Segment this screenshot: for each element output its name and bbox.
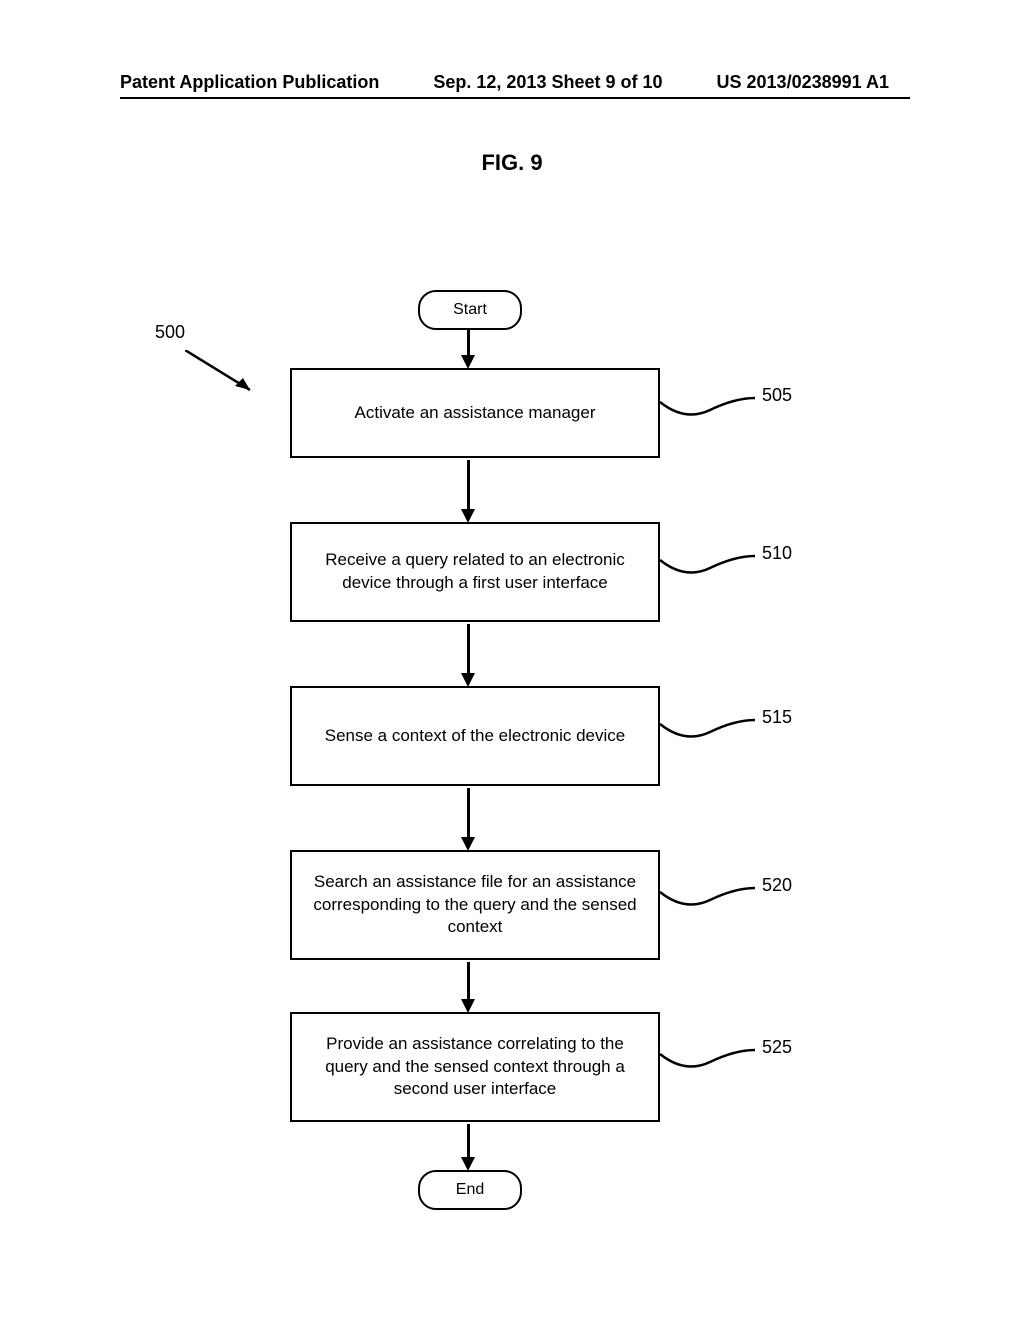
reference-number: 515	[762, 707, 792, 728]
arrowhead-icon	[461, 509, 475, 523]
reference-connector	[660, 1042, 755, 1077]
reference-connector	[660, 880, 755, 915]
arrow	[467, 962, 470, 1002]
flowchart-step: Provide an assistance correlating to the…	[290, 1012, 660, 1122]
overall-reference-pointer	[185, 350, 265, 395]
flowchart-step: Sense a context of the electronic device	[290, 686, 660, 786]
reference-number: 510	[762, 543, 792, 564]
page-header: Patent Application Publication Sep. 12, …	[0, 72, 1024, 93]
arrowhead-icon	[461, 999, 475, 1013]
flowchart-step: Receive a query related to an electronic…	[290, 522, 660, 622]
arrowhead-icon	[461, 1157, 475, 1171]
header-right: US 2013/0238991 A1	[717, 72, 889, 93]
reference-connector	[660, 390, 755, 425]
flowchart-step: Activate an assistance manager	[290, 368, 660, 458]
step-text: Search an assistance file for an assista…	[310, 871, 640, 940]
step-text: Provide an assistance correlating to the…	[310, 1033, 640, 1102]
reference-connector	[660, 712, 755, 747]
start-label: Start	[453, 301, 487, 319]
arrow	[467, 788, 470, 840]
reference-connector	[660, 548, 755, 583]
arrow	[467, 1124, 470, 1160]
step-text: Sense a context of the electronic device	[325, 725, 626, 748]
header-left: Patent Application Publication	[120, 72, 379, 93]
flowchart-end: End	[418, 1170, 522, 1210]
arrow	[467, 624, 470, 676]
flowchart-start: Start	[418, 290, 522, 330]
flowchart-step: Search an assistance file for an assista…	[290, 850, 660, 960]
step-text: Activate an assistance manager	[355, 402, 596, 425]
arrowhead-icon	[461, 837, 475, 851]
arrow	[467, 460, 470, 512]
end-label: End	[456, 1181, 484, 1199]
reference-number: 505	[762, 385, 792, 406]
arrowhead-icon	[461, 355, 475, 369]
step-text: Receive a query related to an electronic…	[310, 549, 640, 595]
arrow	[467, 328, 470, 358]
overall-reference-label: 500	[155, 322, 185, 343]
reference-number: 520	[762, 875, 792, 896]
header-center: Sep. 12, 2013 Sheet 9 of 10	[433, 72, 662, 93]
figure-title: FIG. 9	[0, 150, 1024, 176]
header-divider	[120, 97, 910, 99]
arrowhead-icon	[461, 673, 475, 687]
reference-number: 525	[762, 1037, 792, 1058]
